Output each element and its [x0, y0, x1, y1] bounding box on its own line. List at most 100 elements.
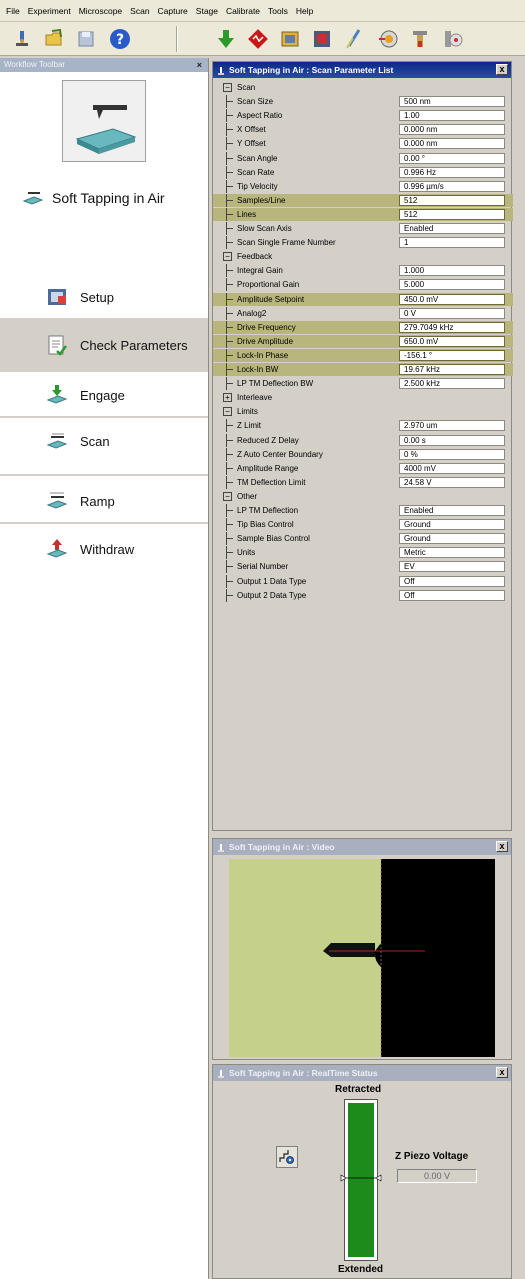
parameter-value-field[interactable]: 0 % — [399, 448, 505, 460]
menu-tools[interactable]: Tools — [268, 6, 288, 16]
tree-branch-line — [226, 560, 234, 574]
parameter-value-field[interactable]: 279.7049 kHz — [399, 321, 505, 333]
parameter-value-field[interactable]: Off — [399, 589, 505, 601]
parameter-value-field[interactable]: 0 V — [399, 307, 505, 319]
parameter-value-field[interactable]: -156.1 ° — [399, 349, 505, 361]
parameter-value-field[interactable]: Enabled — [399, 223, 505, 234]
parameter-value-field[interactable]: 500 nm — [399, 96, 505, 108]
svg-text:?: ? — [116, 32, 124, 48]
expand-icon[interactable]: + — [223, 393, 232, 403]
workflow-step-scan[interactable]: Scan — [0, 420, 208, 462]
z-piezo-gauge — [340, 1099, 382, 1261]
parameter-value-field[interactable]: 0.996 Hz — [399, 166, 505, 178]
param-panel-close-button[interactable]: x — [496, 64, 508, 75]
parameter-value-field[interactable]: 450.0 mV — [399, 293, 505, 305]
menu-calibrate[interactable]: Calibrate — [226, 6, 260, 16]
workflow-separator — [0, 474, 208, 476]
parameter-value-field[interactable]: 512 — [399, 208, 505, 220]
parameter-value-field[interactable]: 0.000 nm — [399, 138, 505, 150]
collapse-icon[interactable]: − — [223, 252, 232, 262]
workflow-step-setup[interactable]: Setup — [0, 278, 208, 316]
engage-icon[interactable] — [214, 27, 238, 51]
parameter-value-field[interactable]: 0.996 µm/s — [399, 180, 505, 192]
menu-microscope[interactable]: Microscope — [79, 6, 122, 16]
probe-icon[interactable] — [342, 27, 366, 51]
parameter-group[interactable]: − Limits — [213, 405, 513, 418]
offline-icon[interactable] — [310, 27, 334, 51]
save-icon[interactable] — [74, 27, 98, 51]
parameter-label: X Offset — [237, 125, 266, 135]
parameter-value-field[interactable]: 1.000 — [399, 265, 505, 277]
parameter-value-field[interactable]: 19.67 kHz — [399, 364, 505, 375]
collapse-icon[interactable]: − — [223, 83, 232, 92]
parameter-value-field[interactable]: 0.000 nm — [399, 124, 505, 136]
menu-stage[interactable]: Stage — [196, 6, 218, 16]
workflow-step-label: Engage — [80, 387, 125, 403]
parameter-value-field[interactable]: 650.0 mV — [399, 335, 505, 347]
parameter-value-field[interactable]: 0.00 ° — [399, 152, 505, 164]
parameter-value-field[interactable]: 24.58 V — [399, 476, 505, 488]
video-feed[interactable] — [229, 859, 495, 1057]
parameter-value-field[interactable]: EV — [399, 561, 505, 573]
menu-scan[interactable]: Scan — [130, 6, 149, 16]
parameter-value-field[interactable]: 512 — [399, 194, 505, 206]
collapse-icon[interactable]: − — [223, 491, 232, 501]
parameter-value-field[interactable]: Metric — [399, 547, 505, 559]
collapse-icon[interactable]: − — [223, 407, 232, 417]
soft-tapping-mode-icon — [22, 187, 44, 209]
menu-file[interactable]: File — [6, 6, 20, 16]
workflow-step-check-parameters[interactable]: Check Parameters — [0, 320, 208, 370]
parameter-group[interactable]: + Interleave — [213, 391, 513, 404]
workflow-separator — [0, 522, 208, 524]
parameter-row: Integral Gain 1.000 — [213, 264, 513, 278]
parameter-row: LP TM Deflection Enabled — [213, 504, 513, 517]
parameter-group[interactable]: − Other — [213, 490, 513, 503]
parameter-label: Samples/Line — [237, 195, 286, 205]
parameter-row: Aspect Ratio 1.00 — [213, 109, 513, 123]
parameter-label: Y Offset — [237, 139, 266, 149]
parameter-label: Z Auto Center Boundary — [237, 449, 323, 459]
laser-align-icon[interactable] — [376, 27, 400, 51]
parameter-value-field[interactable]: 1.00 — [399, 110, 505, 122]
microscope-small-icon — [216, 1068, 226, 1078]
workflow-step-label: Scan — [80, 433, 110, 449]
tree-branch-line — [226, 278, 234, 292]
realtime-icon[interactable] — [246, 27, 270, 51]
parameter-group[interactable]: − Scan — [213, 81, 513, 94]
parameter-value-field[interactable]: 4000 mV — [399, 462, 505, 474]
menu-capture[interactable]: Capture — [158, 6, 188, 16]
microscope-icon[interactable] — [10, 27, 34, 51]
parameter-row: Tip Velocity 0.996 µm/s — [213, 179, 513, 193]
parameter-label: Aspect Ratio — [237, 111, 283, 121]
open-folder-icon[interactable] — [42, 27, 66, 51]
parameter-value-field[interactable]: Ground — [399, 533, 505, 545]
workflow-titlebar: Workflow Toolbar × — [0, 58, 208, 72]
parameter-value-field[interactable]: 0.00 s — [399, 434, 505, 446]
realtime-panel-close-button[interactable]: x — [496, 1067, 508, 1078]
workflow-step-label: Ramp — [80, 493, 115, 509]
help-icon[interactable]: ? — [108, 27, 132, 51]
parameter-row: Z Limit 2.970 um — [213, 419, 513, 433]
tune-icon[interactable] — [440, 27, 464, 51]
workflow-step-withdraw[interactable]: Withdraw — [0, 528, 208, 570]
parameter-row: Drive Frequency 279.7049 kHz — [213, 320, 513, 334]
video-panel-close-button[interactable]: x — [496, 841, 508, 852]
parameter-value-field[interactable]: Enabled — [399, 505, 505, 516]
menu-experiment[interactable]: Experiment — [28, 6, 71, 16]
workflow-step-engage[interactable]: Engage — [0, 374, 208, 416]
parameter-value-field[interactable]: Off — [399, 575, 505, 587]
parameter-value-field[interactable]: 1 — [399, 237, 505, 249]
workflow-close-button[interactable]: × — [197, 58, 202, 72]
parameter-value-field[interactable]: 5.000 — [399, 279, 505, 291]
thermal-tune-icon[interactable] — [408, 27, 432, 51]
workflow-step-ramp[interactable]: Ramp — [0, 480, 208, 522]
parameter-value-field[interactable]: 2.500 kHz — [399, 378, 505, 390]
parameter-group[interactable]: − Feedback — [213, 250, 513, 263]
parameter-value-field[interactable]: Ground — [399, 519, 505, 531]
menu-help[interactable]: Help — [296, 6, 313, 16]
parameter-value-field[interactable]: 2.970 um — [399, 420, 505, 432]
parameter-row: X Offset 0.000 nm — [213, 123, 513, 137]
capture-icon[interactable] — [278, 27, 302, 51]
realtime-settings-button[interactable] — [276, 1146, 298, 1168]
param-panel-title: Soft Tapping in Air : Scan Parameter Lis… — [229, 65, 394, 75]
